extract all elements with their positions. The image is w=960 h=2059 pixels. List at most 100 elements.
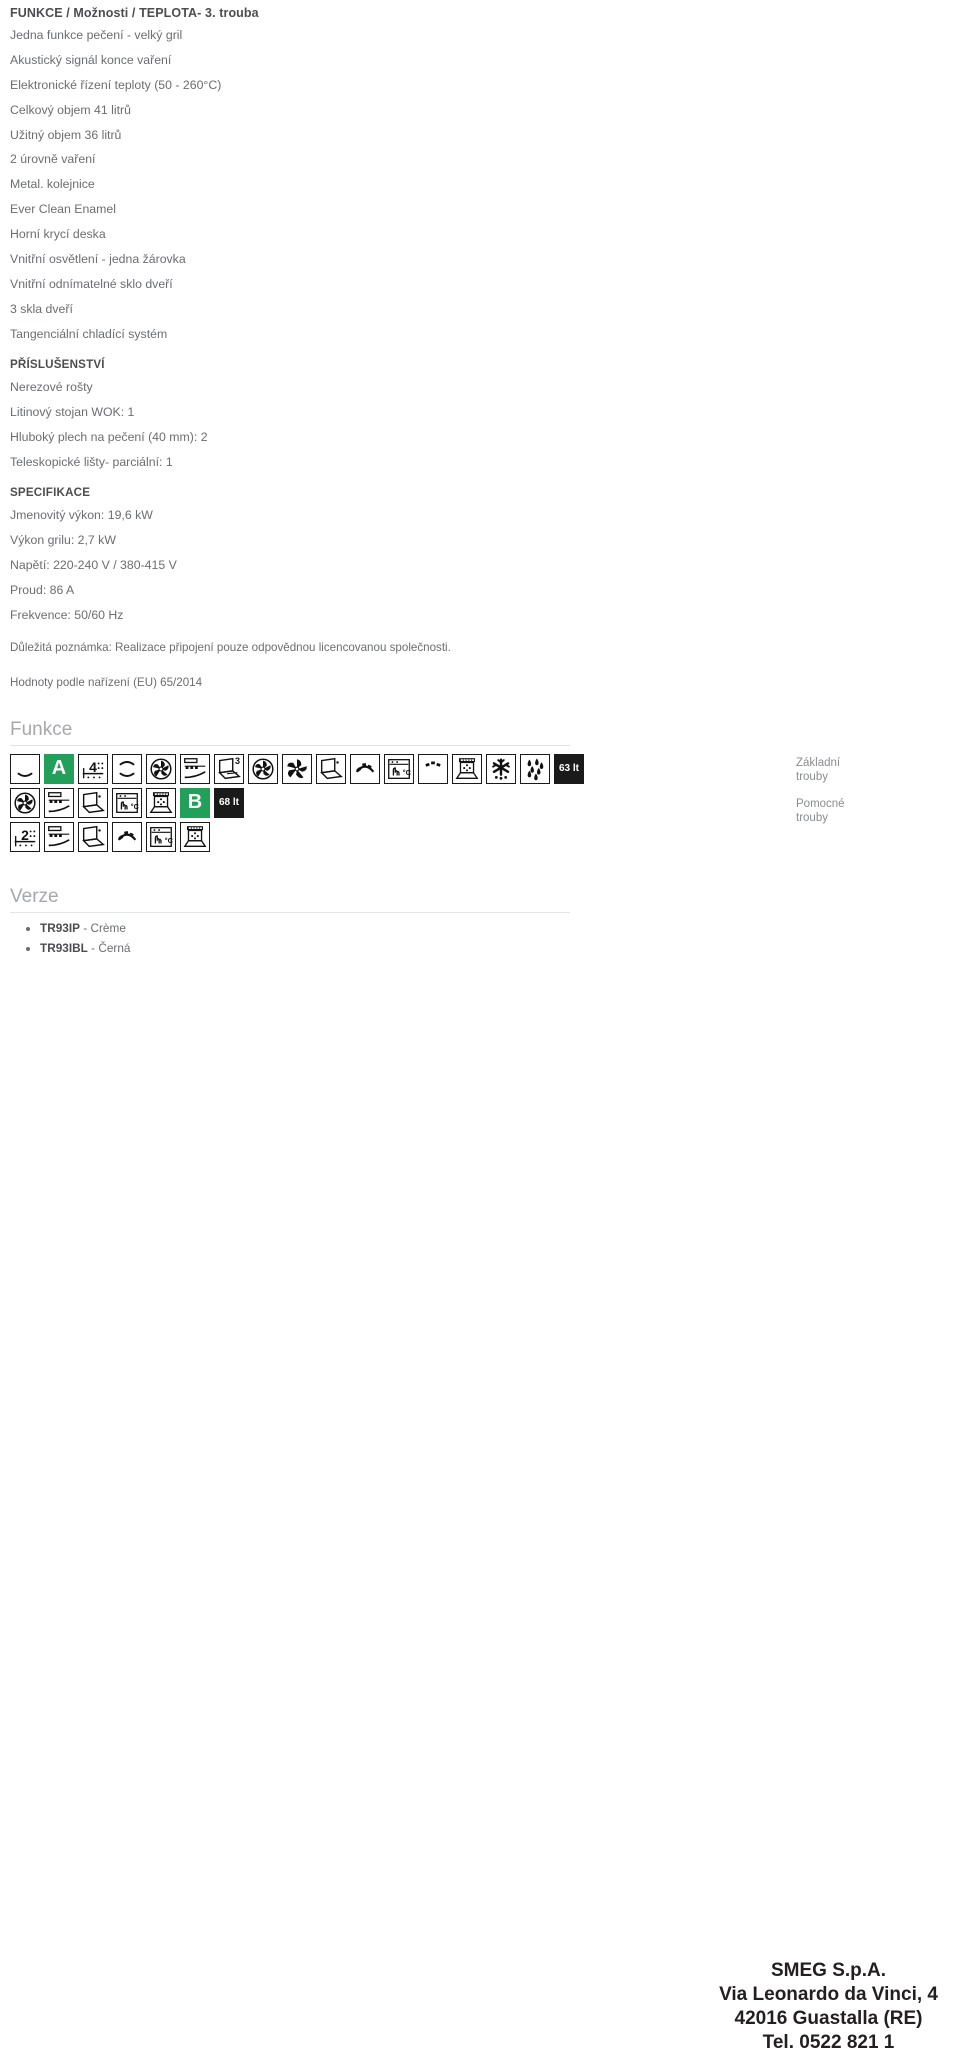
specification-line: Napětí: 220-240 V / 380-415 V xyxy=(10,557,177,572)
regulation-note: Hodnoty podle nařízení (EU) 65/2014 xyxy=(10,675,203,689)
temperature-unit-label: °C xyxy=(130,801,139,811)
volume-68-litres-badge: 68 lt xyxy=(214,787,244,818)
three-glass-door-icon: 3 xyxy=(214,753,244,784)
oven-cavity-icon xyxy=(180,821,210,852)
defrost-snowflake-icon xyxy=(486,753,516,784)
energy-class-b-icon: B xyxy=(180,787,210,818)
document-page: FUNKCE / Možnosti / TEPLOTA- 3. trouba J… xyxy=(0,0,960,2059)
oven-feature-line: Tangenciální chladící systém xyxy=(10,326,168,341)
version-colour: - Černá xyxy=(87,940,131,955)
circular-fan-icon xyxy=(10,787,40,818)
grill-with-fan-icon xyxy=(44,787,74,818)
footer-company-name: SMEG S.p.A. xyxy=(770,1960,887,1982)
functions-heading: Funkce xyxy=(10,718,73,740)
two-cooking-levels-icon: 2 xyxy=(10,821,40,852)
versions-divider xyxy=(10,911,570,913)
primary-oven-label-line2: trouby xyxy=(796,770,828,783)
version-colour: - Crème xyxy=(80,920,126,935)
footer-city: 42016 Guastalla (RE) xyxy=(734,2008,923,2030)
electronic-temperature-control-icon: °C xyxy=(112,787,142,818)
specification-line: Proud: 86 A xyxy=(10,582,75,597)
removable-inner-glass-icon xyxy=(78,821,108,852)
accessory-line: Teleskopické lišty- parciální: 1 xyxy=(10,454,173,469)
removable-inner-glass-icon xyxy=(78,787,108,818)
secondary-oven-label-line2: trouby xyxy=(796,811,828,824)
accessories-list: Nerezové rošty Litinový stojan WOK: 1 Hlub… xyxy=(10,381,910,468)
door-glass-count: 3 xyxy=(234,755,240,766)
oven-feature-line: Vnitřní osvětlení - jedna žárovka xyxy=(10,252,186,267)
oven-feature-line: Celkový objem 41 litrů xyxy=(10,102,131,117)
versions-heading: Verze xyxy=(10,885,59,907)
version-code: TR93IBL xyxy=(40,940,88,955)
oven-feature-line: Jedna funkce pečení - velký gril xyxy=(10,28,183,42)
specification-line: Frekvence: 50/60 Hz xyxy=(10,607,124,622)
temperature-unit-label: °C xyxy=(164,835,173,845)
grill-with-fan-icon xyxy=(180,753,210,784)
electronic-temperature-control-icon: °C xyxy=(384,753,414,784)
accessory-line: Hluboký plech na pečení (40 mm): 2 xyxy=(10,429,208,444)
energy-class-letter: A xyxy=(51,757,67,780)
oven-feature-line: Vnitřní odnímatelné sklo dveří xyxy=(10,276,173,291)
circular-fan-icon xyxy=(146,753,176,784)
primary-oven-label: Základní trouby xyxy=(796,756,845,784)
oven-feature-line: 2 úrovně vaření xyxy=(10,152,96,167)
volume-63-litres-badge: 63 lt xyxy=(554,753,584,784)
grill-with-fan-icon xyxy=(44,821,74,852)
oven-feature-line: Ever Clean Enamel xyxy=(10,202,116,217)
bottom-heating-icon xyxy=(10,753,40,784)
company-footer: SMEG S.p.A. Via Leonardo da Vinci, 4 420… xyxy=(719,1959,938,2055)
cooking-levels-value: 4 xyxy=(89,758,97,775)
oven-feature-line: Elektronické řízení teploty (50 - 260°C) xyxy=(10,77,222,92)
cooking-levels-value: 2 xyxy=(21,826,29,843)
small-grill-icon xyxy=(418,753,448,784)
top-bottom-heating-icon xyxy=(112,753,142,784)
version-code: TR93IP xyxy=(40,920,80,935)
specifications-heading: SPECIFIKACE xyxy=(10,485,91,499)
accessory-line: Litinový stojan WOK: 1 xyxy=(10,404,135,419)
four-cooking-levels-icon: 4 xyxy=(78,753,108,784)
grill-element-icon xyxy=(350,753,380,784)
functions-divider xyxy=(10,744,570,746)
energy-class-a-icon: A xyxy=(44,753,74,784)
oven-feature-line: Metal. kolejnice xyxy=(10,177,95,192)
secondary-oven-functions: °C B 68 lt xyxy=(10,787,910,818)
ventilated-fan-icon xyxy=(282,753,312,784)
versions-list: TR93IP - Crème TR93IBL - Černá xyxy=(10,921,910,955)
primary-oven-label-line1: Základní xyxy=(796,756,841,769)
specifications-list: Jmenovitý výkon: 19,6 kW Výkon grilu: 2,7… xyxy=(10,509,910,621)
version-item: TR93IBL - Černá xyxy=(40,941,910,956)
steam-drops-icon xyxy=(520,753,550,784)
oven-feature-line: Horní krycí deska xyxy=(10,227,106,242)
accessories-heading: PŘÍSLUŠENSTVÍ xyxy=(10,357,105,371)
secondary-oven-label: Pomocné trouby xyxy=(796,797,845,825)
oven-cavity-icon xyxy=(146,787,176,818)
versions-section: Verze TR93IP - Crème TR93IBL - Černá xyxy=(10,886,910,955)
volume-value: 63 lt xyxy=(558,763,579,775)
energy-class-letter: B xyxy=(187,791,203,814)
footer-phone: Tel. 0522 821 1 xyxy=(762,2032,895,2054)
primary-oven-functions: A 4 3 °C 63 lt xyxy=(10,753,910,784)
page-title: FUNKCE / Možnosti / TEPLOTA- 3. trouba xyxy=(10,6,259,20)
footer-street: Via Leonardo da Vinci, 4 xyxy=(719,1984,938,2006)
oven-features-list: Jedna funkce pečení - velký gril Akustick… xyxy=(10,29,910,340)
grill-element-icon xyxy=(112,821,142,852)
temperature-unit-label: °C xyxy=(402,767,411,777)
volume-value: 68 lt xyxy=(218,797,239,809)
fan-only-icon xyxy=(248,753,278,784)
accessory-line: Nerezové rošty xyxy=(10,379,93,394)
specification-line: Výkon grilu: 2,7 kW xyxy=(10,532,116,547)
version-item: TR93IP - Crème xyxy=(40,921,910,936)
oven-feature-line: Akustický signál konce vaření xyxy=(10,52,172,67)
oven-cavity-icon xyxy=(452,753,482,784)
electronic-temperature-control-icon: °C xyxy=(146,821,176,852)
oven-type-labels: Základní trouby Pomocné trouby xyxy=(796,756,845,825)
removable-inner-glass-icon xyxy=(316,753,346,784)
oven-feature-line: Užitný objem 36 litrů xyxy=(10,127,122,142)
functions-section: Funkce A 4 3 °C 63 lt °C B 68 lt 2 °C Základní tr… xyxy=(10,719,910,852)
oven-feature-line: 3 skla dveří xyxy=(10,301,73,316)
important-note: Důležitá poznámka: Realizace připojení p… xyxy=(10,640,451,654)
specification-line: Jmenovitý výkon: 19,6 kW xyxy=(10,507,153,522)
function-icon-grid: A 4 3 °C 63 lt °C B 68 lt 2 °C Základní trouby Po… xyxy=(10,753,910,852)
third-oven-functions: 2 °C xyxy=(10,821,910,852)
secondary-oven-label-line1: Pomocné xyxy=(796,797,845,810)
